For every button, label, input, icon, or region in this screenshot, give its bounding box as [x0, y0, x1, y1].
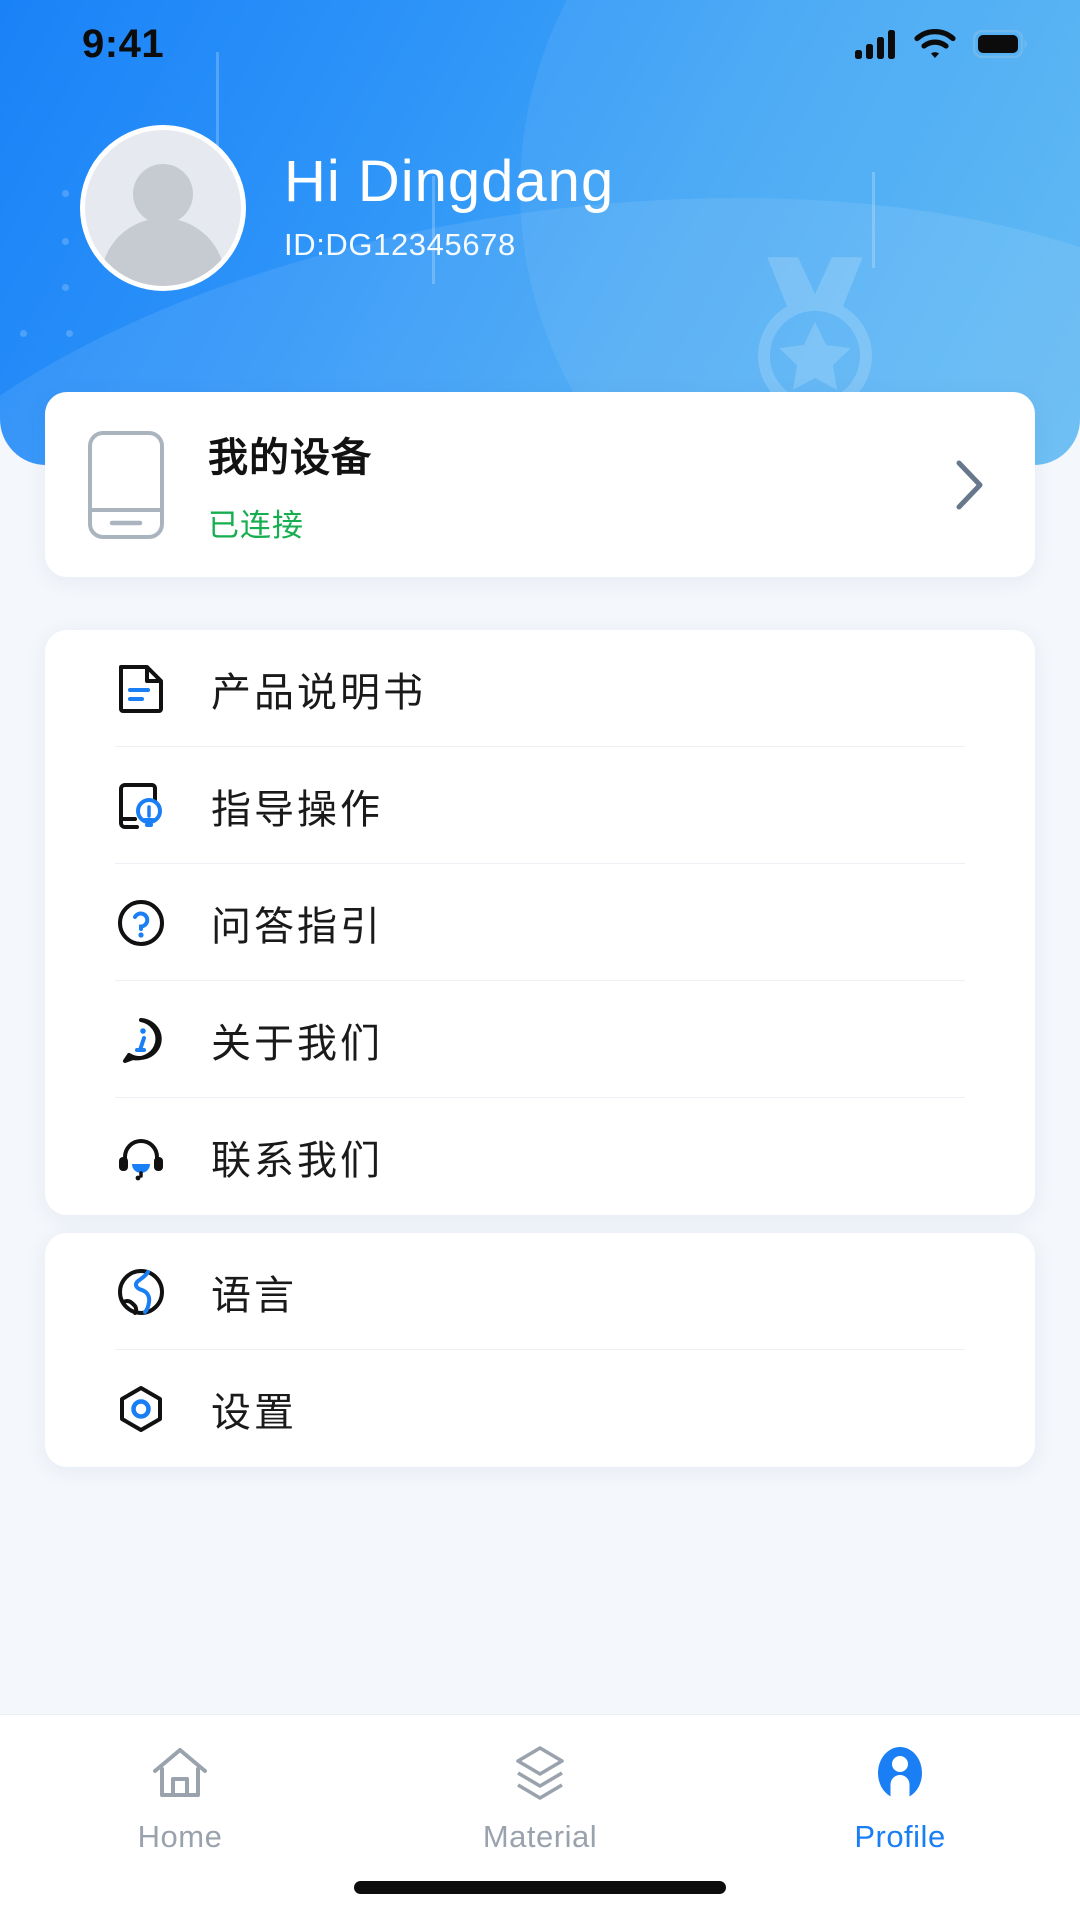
my-device-card[interactable]: 我的设备 已连接 — [45, 392, 1035, 577]
tab-label: Material — [482, 1819, 598, 1854]
question-circle-icon — [118, 899, 164, 946]
battery-icon — [973, 30, 1027, 58]
home-icon — [153, 1748, 207, 1797]
device-icon — [88, 430, 164, 539]
tab-material[interactable]: Material — [360, 1715, 720, 1855]
app-screen: 9:41 Hi Dingdang ID:DG12345678 我的设备 已连接 … — [0, 0, 1080, 1920]
status-bar: 9:41 — [0, 0, 1080, 88]
settings-hexagon-icon — [120, 1385, 162, 1432]
menu-item-contact-us[interactable]: 联系我们 — [45, 1098, 1035, 1215]
device-title: 我的设备 — [208, 435, 372, 480]
avatar[interactable] — [80, 125, 246, 291]
document-icon — [119, 664, 163, 713]
user-id-text: ID:DG12345678 — [284, 227, 516, 262]
globe-icon — [118, 1268, 164, 1315]
bottom-tab-bar: Home Material Profile — [0, 1714, 1080, 1920]
menu-item-guide-operation[interactable]: 指导操作 — [45, 747, 1035, 864]
wifi-icon — [914, 29, 956, 58]
menu-label: 指导操作 — [211, 787, 383, 832]
menu-label: 问答指引 — [211, 904, 383, 949]
preferences-menu-group: 语言 设置 — [45, 1233, 1035, 1467]
menu-label: 语言 — [211, 1273, 297, 1318]
menu-item-faq[interactable]: 问答指引 — [45, 864, 1035, 981]
cellular-signal-icon — [855, 30, 895, 59]
menu-label: 关于我们 — [211, 1021, 383, 1066]
menu-item-language[interactable]: 语言 — [45, 1233, 1035, 1350]
menu-label: 产品说明书 — [211, 670, 426, 715]
tab-home[interactable]: Home — [0, 1715, 360, 1855]
tab-label: Home — [137, 1819, 223, 1854]
device-status-badge: 已连接 — [208, 507, 304, 543]
menu-item-settings[interactable]: 设置 — [45, 1350, 1035, 1467]
menu-label: 联系我们 — [211, 1138, 383, 1183]
avatar-body — [101, 218, 225, 286]
tab-profile[interactable]: Profile — [720, 1715, 1080, 1855]
avatar-head — [133, 164, 193, 224]
greeting-text: Hi Dingdang — [284, 149, 615, 214]
menu-item-product-manual[interactable]: 产品说明书 — [45, 630, 1035, 747]
tab-label: Profile — [854, 1819, 946, 1854]
chevron-right-icon[interactable] — [953, 458, 987, 512]
info-bubble-icon — [123, 1017, 162, 1063]
headset-icon — [119, 1138, 163, 1180]
home-indicator[interactable] — [354, 1881, 726, 1894]
person-icon — [878, 1747, 922, 1799]
profile-summary[interactable]: Hi Dingdang ID:DG12345678 — [80, 125, 614, 291]
support-menu-group: 产品说明书 指导操作 问答指引 关于我们 联系我们 — [45, 630, 1035, 1215]
menu-item-about-us[interactable]: 关于我们 — [45, 981, 1035, 1098]
status-bar-icons — [855, 29, 1028, 59]
guide-lightbulb-icon — [119, 782, 162, 829]
profile-text: Hi Dingdang ID:DG12345678 — [284, 153, 614, 263]
status-bar-clock: 9:41 — [82, 21, 165, 66]
device-text: 我的设备 已连接 — [208, 425, 953, 545]
layers-icon — [516, 1746, 564, 1800]
menu-label: 设置 — [211, 1390, 297, 1435]
